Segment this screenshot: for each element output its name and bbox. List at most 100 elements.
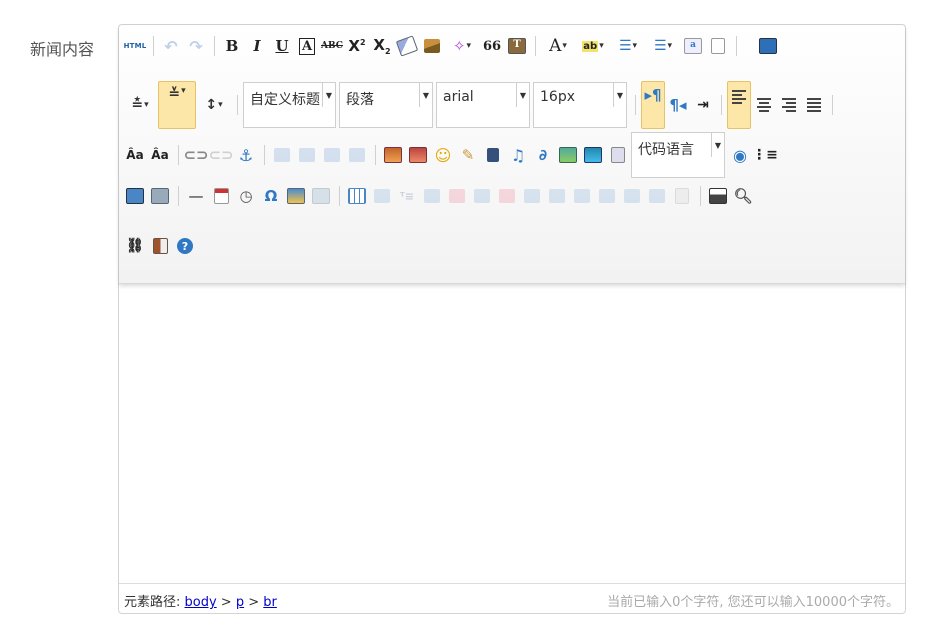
- insert-video-button[interactable]: [481, 142, 505, 168]
- music-button[interactable]: ♫: [506, 142, 530, 168]
- bold-button[interactable]: B: [220, 33, 244, 59]
- drafts-button[interactable]: [148, 233, 172, 259]
- attachment-button[interactable]: ∂: [531, 142, 555, 168]
- row-spacing-bottom-button[interactable]: ≚ ▾: [158, 81, 196, 129]
- pagebreak-button[interactable]: ⋮≡: [752, 142, 778, 168]
- fullscreen-button[interactable]: [756, 33, 780, 59]
- insert-frame2-button[interactable]: [606, 142, 630, 168]
- editor-content-area[interactable]: [119, 284, 905, 584]
- row-spacing-top-button[interactable]: ≛ ▾: [123, 92, 157, 118]
- line-height-button[interactable]: ↕ ▾: [197, 92, 231, 118]
- forecolor-button[interactable]: A ▾: [541, 33, 575, 59]
- insert-date-button[interactable]: [209, 183, 233, 209]
- strikethrough-button[interactable]: ABC: [320, 33, 344, 59]
- quote-icon: 66: [482, 38, 502, 54]
- merge-right-button[interactable]: [545, 183, 569, 209]
- element-path: 元素路径: body > p > br: [124, 591, 277, 610]
- auto-typeset-button[interactable]: ✧ ▾: [445, 33, 479, 59]
- insert-frame-button[interactable]: a: [681, 33, 705, 59]
- italic-button[interactable]: I: [245, 33, 269, 59]
- insert-time-button[interactable]: ◷: [234, 183, 258, 209]
- link-button[interactable]: ⊂⊃: [183, 142, 208, 168]
- indent-button[interactable]: ⇥: [691, 92, 715, 118]
- delete-table-button[interactable]: [370, 183, 394, 209]
- image-right-button[interactable]: [320, 142, 344, 168]
- special-char-button[interactable]: Ω: [259, 183, 283, 209]
- delete-row-button[interactable]: [445, 183, 469, 209]
- superscript-button[interactable]: X2: [345, 33, 369, 59]
- path-link-p[interactable]: p: [236, 595, 244, 610]
- anchor-button[interactable]: ⚓: [234, 142, 258, 168]
- insert-row-button[interactable]: [420, 183, 444, 209]
- merge-down-icon: [574, 189, 590, 203]
- format-brush-button[interactable]: [420, 33, 444, 59]
- emotion-button[interactable]: ☺: [431, 142, 455, 168]
- template-button[interactable]: [123, 183, 147, 209]
- strikethrough-icon: ABC: [321, 41, 343, 51]
- to-lower-case-button[interactable]: Âa: [148, 142, 172, 168]
- image-none-button[interactable]: [270, 142, 294, 168]
- subscript-button[interactable]: X2: [370, 33, 394, 59]
- unordered-list-icon: ☰: [653, 38, 667, 54]
- background-button[interactable]: [148, 183, 172, 209]
- split-to-rows-button[interactable]: [620, 183, 644, 209]
- split-to-cells-button[interactable]: [595, 183, 619, 209]
- html-source-button[interactable]: HTML: [123, 33, 147, 59]
- gmap-button[interactable]: [581, 142, 605, 168]
- map-button[interactable]: [556, 142, 580, 168]
- delete-col-button[interactable]: [495, 183, 519, 209]
- paragraph-select[interactable]: 段落 ▼: [339, 82, 433, 128]
- to-upper-case-button[interactable]: Âa: [123, 142, 147, 168]
- direction-ltr-button[interactable]: ▸¶: [641, 81, 665, 129]
- ordered-list-button[interactable]: ☰ ▾: [611, 33, 645, 59]
- help-button[interactable]: ?: [173, 233, 197, 259]
- merge-cells-button[interactable]: [520, 183, 544, 209]
- image-center-button[interactable]: [345, 142, 369, 168]
- preview-button[interactable]: 🔍︎: [731, 183, 755, 209]
- insert-code-button[interactable]: ◉: [728, 142, 752, 168]
- insert-paragraph-before-table-button[interactable]: ᵀ≡: [395, 183, 419, 209]
- path-link-body[interactable]: body: [185, 595, 217, 610]
- wordimage-button[interactable]: [284, 183, 308, 209]
- simple-upload-button[interactable]: [381, 142, 405, 168]
- justify-right-button[interactable]: [777, 92, 801, 118]
- chart-button[interactable]: [670, 183, 694, 209]
- split-to-cols-button[interactable]: [645, 183, 669, 209]
- custom-style-select[interactable]: 自定义标题 ▼: [243, 82, 336, 128]
- align-left-icon: [732, 88, 746, 106]
- image-left-button[interactable]: [295, 142, 319, 168]
- redo-button[interactable]: ↷: [184, 33, 208, 59]
- custom-style-value: 自定义标题: [250, 92, 320, 108]
- justify-center-button[interactable]: [752, 92, 776, 118]
- horizontal-rule-button[interactable]: —: [184, 183, 208, 209]
- toolbar-separator: [721, 95, 722, 115]
- background-icon: [151, 188, 169, 204]
- fontborder-button[interactable]: A: [295, 33, 319, 59]
- toolbar-separator: [375, 145, 376, 165]
- clear-doc-button[interactable]: [706, 33, 730, 59]
- insert-image-button[interactable]: [406, 142, 430, 168]
- unlink-button[interactable]: ⊂⊃: [208, 142, 233, 168]
- unordered-list-button[interactable]: ☰ ▾: [646, 33, 680, 59]
- palette-icon: ✎: [461, 146, 475, 164]
- word-paste-button[interactable]: [309, 183, 333, 209]
- search-replace-button[interactable]: ⛓: [123, 233, 147, 259]
- justify-full-button[interactable]: [802, 92, 826, 118]
- undo-button[interactable]: ↶: [159, 33, 183, 59]
- print-button[interactable]: [706, 183, 730, 209]
- blockquote-button[interactable]: 66: [480, 33, 504, 59]
- justify-left-button[interactable]: [727, 81, 751, 129]
- path-link-br[interactable]: br: [263, 595, 277, 610]
- direction-rtl-button[interactable]: ¶◂: [666, 92, 690, 118]
- font-family-select[interactable]: arial ▼: [436, 82, 530, 128]
- paste-plain-button[interactable]: T: [505, 33, 529, 59]
- insert-table-button[interactable]: [345, 183, 369, 209]
- merge-down-button[interactable]: [570, 183, 594, 209]
- insert-col-button[interactable]: [470, 183, 494, 209]
- scrawl-button[interactable]: ✎: [456, 142, 480, 168]
- backcolor-button[interactable]: ab ▾: [576, 33, 610, 59]
- eraser-button[interactable]: [395, 33, 419, 59]
- underline-button[interactable]: U: [270, 33, 294, 59]
- font-size-select[interactable]: 16px ▼: [533, 82, 627, 128]
- code-language-select[interactable]: 代码语言 ▼: [631, 132, 725, 178]
